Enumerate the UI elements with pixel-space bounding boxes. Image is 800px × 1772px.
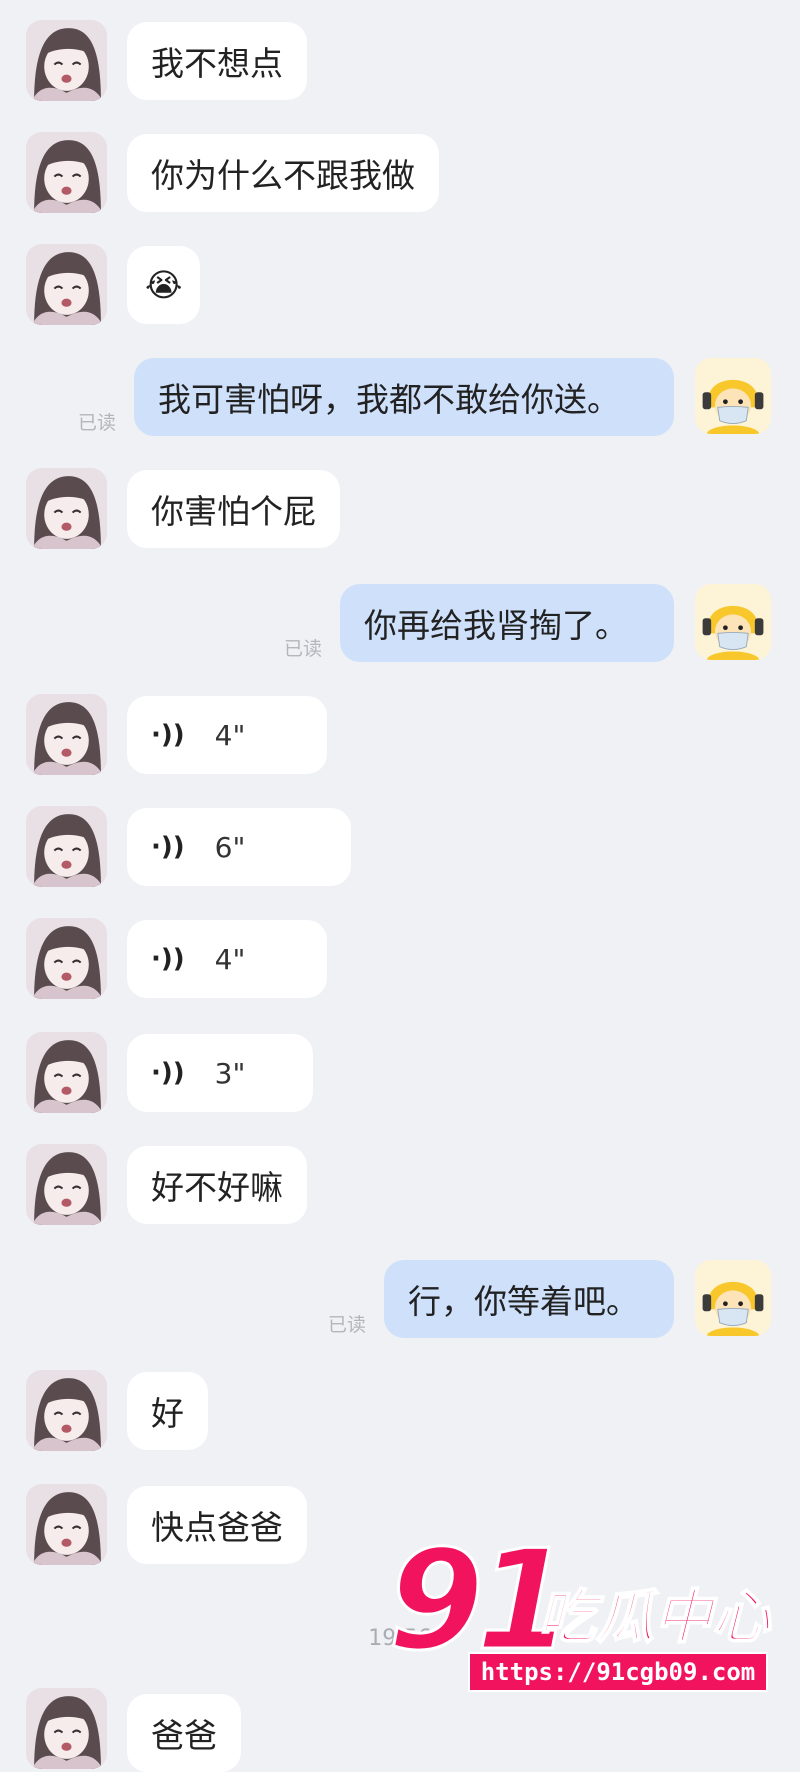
- girl-avatar-image: [26, 1370, 107, 1451]
- voice-icon: ·)): [151, 1058, 185, 1088]
- read-receipt: 已读: [328, 1314, 367, 1336]
- boy-avatar-image: [695, 358, 771, 434]
- incoming-message-bubble[interactable]: 快点爸爸: [127, 1486, 307, 1564]
- outgoing-message-bubble[interactable]: 你再给我肾掏了。: [340, 584, 674, 662]
- incoming-message-bubble[interactable]: 你害怕个屁: [127, 470, 340, 548]
- outgoing-message-bubble[interactable]: 我可害怕呀，我都不敢给你送。: [134, 358, 674, 436]
- voice-message-bubble[interactable]: ·)) 3": [127, 1034, 313, 1112]
- read-receipt: 已读: [284, 638, 323, 660]
- girl-avatar-image: [26, 244, 107, 325]
- contact-avatar[interactable]: [26, 806, 107, 887]
- girl-avatar-image: [26, 1144, 107, 1225]
- contact-avatar[interactable]: [26, 1688, 107, 1769]
- voice-duration: 3": [214, 1056, 246, 1090]
- contact-avatar[interactable]: [26, 20, 107, 101]
- voice-duration: 4": [214, 942, 246, 976]
- watermark-url: https://91cgb09.com: [468, 1652, 768, 1692]
- outgoing-message-bubble[interactable]: 行，你等着吧。: [384, 1260, 674, 1338]
- incoming-message-bubble[interactable]: 好: [127, 1372, 208, 1450]
- incoming-message-bubble[interactable]: 😭: [127, 246, 201, 324]
- message-text: 你害怕个屁: [151, 492, 316, 531]
- voice-duration: 6": [214, 830, 246, 864]
- message-text: 行，你等着吧。: [408, 1282, 639, 1321]
- site-watermark: 91 吃瓜中心 https://91cgb09.com: [386, 1530, 788, 1695]
- contact-avatar[interactable]: [26, 1032, 107, 1113]
- message-text: 你再给我肾掏了。: [364, 606, 628, 645]
- contact-avatar[interactable]: [26, 1370, 107, 1451]
- voice-duration: 4": [214, 718, 246, 752]
- voice-icon: ·)): [151, 944, 185, 974]
- contact-avatar[interactable]: [26, 1484, 107, 1565]
- contact-avatar[interactable]: [26, 918, 107, 999]
- crying-emoji-icon: 😭: [145, 266, 183, 304]
- incoming-message-bubble[interactable]: 爸爸: [127, 1694, 241, 1772]
- boy-avatar-image: [695, 584, 771, 660]
- girl-avatar-image: [26, 132, 107, 213]
- voice-message-bubble[interactable]: ·)) 4": [127, 920, 327, 998]
- voice-icon: ·)): [151, 832, 185, 862]
- girl-avatar-image: [26, 1688, 107, 1769]
- girl-avatar-image: [26, 468, 107, 549]
- read-receipt: 已读: [78, 412, 117, 434]
- message-text: 好不好嘛: [151, 1168, 283, 1207]
- voice-icon: ·)): [151, 720, 185, 750]
- voice-message-bubble[interactable]: ·)) 6": [127, 808, 351, 886]
- message-text: 快点爸爸: [151, 1508, 283, 1547]
- message-text: 我不想点: [151, 44, 283, 83]
- incoming-message-bubble[interactable]: 好不好嘛: [127, 1146, 307, 1224]
- contact-avatar[interactable]: [26, 468, 107, 549]
- girl-avatar-image: [26, 1032, 107, 1113]
- girl-avatar-image: [26, 694, 107, 775]
- watermark-name: 吃瓜中心: [537, 1583, 771, 1651]
- message-text: 爸爸: [151, 1716, 217, 1755]
- voice-message-bubble[interactable]: ·)) 4": [127, 696, 327, 774]
- incoming-message-bubble[interactable]: 你为什么不跟我做: [127, 134, 439, 212]
- my-avatar[interactable]: [695, 358, 771, 434]
- my-avatar[interactable]: [695, 1260, 771, 1336]
- girl-avatar-image: [26, 918, 107, 999]
- message-text: 我可害怕呀，我都不敢给你送。: [158, 380, 620, 419]
- contact-avatar[interactable]: [26, 694, 107, 775]
- contact-avatar[interactable]: [26, 1144, 107, 1225]
- girl-avatar-image: [26, 806, 107, 887]
- contact-avatar[interactable]: [26, 132, 107, 213]
- girl-avatar-image: [26, 20, 107, 101]
- incoming-message-bubble[interactable]: 我不想点: [127, 22, 307, 100]
- message-text: 好: [151, 1394, 184, 1433]
- message-text: 你为什么不跟我做: [151, 156, 415, 195]
- girl-avatar-image: [26, 1484, 107, 1565]
- boy-avatar-image: [695, 1260, 771, 1336]
- my-avatar[interactable]: [695, 584, 771, 660]
- contact-avatar[interactable]: [26, 244, 107, 325]
